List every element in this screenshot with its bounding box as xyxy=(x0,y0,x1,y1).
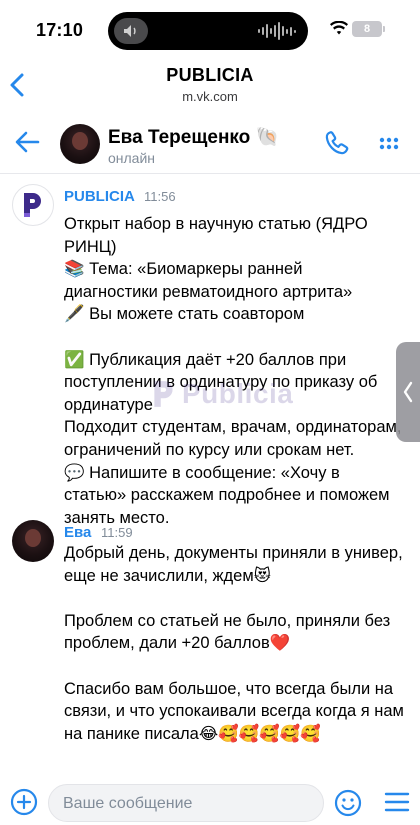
audio-wave-icon xyxy=(258,21,296,41)
browser-header: PUBLICIA m.vk.com xyxy=(0,62,420,112)
message-text: Добрый день, документы приняли в универ,… xyxy=(64,542,416,745)
message-line: Спасибо вам большое, что всегда были на xyxy=(64,679,394,698)
menu-icon[interactable] xyxy=(384,791,410,818)
message-line: 💬 Напишите в сообщение: «Хочу в xyxy=(64,463,340,482)
plus-circle-icon xyxy=(10,788,38,816)
eva-avatar[interactable] xyxy=(12,520,54,562)
message-composer: Ваше сообщение xyxy=(0,782,420,825)
battery-indicator: 8 xyxy=(352,21,382,37)
message-author[interactable]: PUBLICIA xyxy=(64,188,135,205)
phone-icon[interactable] xyxy=(324,130,350,161)
message-time: 11:56 xyxy=(144,189,176,204)
message-line: связи, и что успокаивали всегда когда я … xyxy=(64,702,404,721)
arrow-left-icon xyxy=(15,131,40,153)
site-url: m.vk.com xyxy=(182,89,238,104)
message-line: Добрый день, документы приняли в универ, xyxy=(64,544,403,562)
chat-back-button[interactable] xyxy=(14,130,40,159)
more-icon[interactable] xyxy=(378,136,400,157)
publicia-avatar[interactable] xyxy=(12,184,54,226)
message-line: Открыт набор в научную статью (ЯДРО xyxy=(64,215,368,233)
publicia-logo-icon xyxy=(24,193,41,217)
message-line: 🖋️ Вы можете стать соавтором xyxy=(64,305,305,324)
message-line: ✅ Публикация даёт +20 баллов при xyxy=(64,350,347,369)
message-author[interactable]: Ева xyxy=(64,524,91,541)
status-time: 17:10 xyxy=(36,20,84,40)
status-bar: 17:10 8 xyxy=(0,0,420,62)
message-line: Проблем со статьей не было, приняли без xyxy=(64,611,391,630)
wifi-icon xyxy=(330,20,348,40)
message-input-placeholder: Ваше сообщение xyxy=(63,795,193,812)
smile-icon[interactable] xyxy=(334,789,362,822)
message-text: Открыт набор в научную статью (ЯДРО РИНЦ… xyxy=(64,213,416,529)
message-line: статью» расскажем подробнее и поможем xyxy=(64,486,390,505)
site-title: PUBLICIA xyxy=(166,65,254,85)
attach-button[interactable] xyxy=(10,788,38,821)
contact-name[interactable]: Ева Терещенко 🐚 xyxy=(108,125,279,149)
dynamic-island xyxy=(108,12,308,50)
message-line: ограничений по курсу или срокам нет. xyxy=(64,440,355,459)
message-line: еще не зачислили, ждем😻 xyxy=(64,566,271,585)
contact-name-text: Ева Терещенко xyxy=(108,127,251,148)
chat-header: Ева Терещенко 🐚 онлайн xyxy=(0,112,420,174)
chevron-left-icon xyxy=(403,381,413,403)
contact-avatar[interactable] xyxy=(60,124,100,164)
message-time: 11:59 xyxy=(101,525,133,540)
message-line: ординатуре xyxy=(64,395,153,414)
contact-status: онлайн xyxy=(108,150,156,166)
message-line: диагностики ревматоидного артрита» xyxy=(64,282,353,301)
message-input[interactable]: Ваше сообщение xyxy=(48,784,324,822)
message-line: 📚 Тема: «Биомаркеры ранней xyxy=(64,260,303,279)
message-list[interactable]: PUBLICIA 11:56 Открыт набор в научную ст… xyxy=(0,176,420,780)
message-line: поступлении в ординатуру по приказу об xyxy=(64,373,378,392)
message-line: Подходит студентам, врачам, ординаторам, xyxy=(64,418,402,437)
mute-icon xyxy=(114,18,148,44)
battery-tip xyxy=(383,26,385,32)
contact-badge-icon: 🐚 xyxy=(255,126,280,148)
side-panel-handle[interactable] xyxy=(396,342,420,442)
message-line: РИНЦ) xyxy=(64,237,117,256)
message-line: на панике писала😂🥰🥰🥰🥰🥰 xyxy=(64,724,321,743)
message-line: проблем, дали +20 баллов❤️ xyxy=(64,634,291,653)
